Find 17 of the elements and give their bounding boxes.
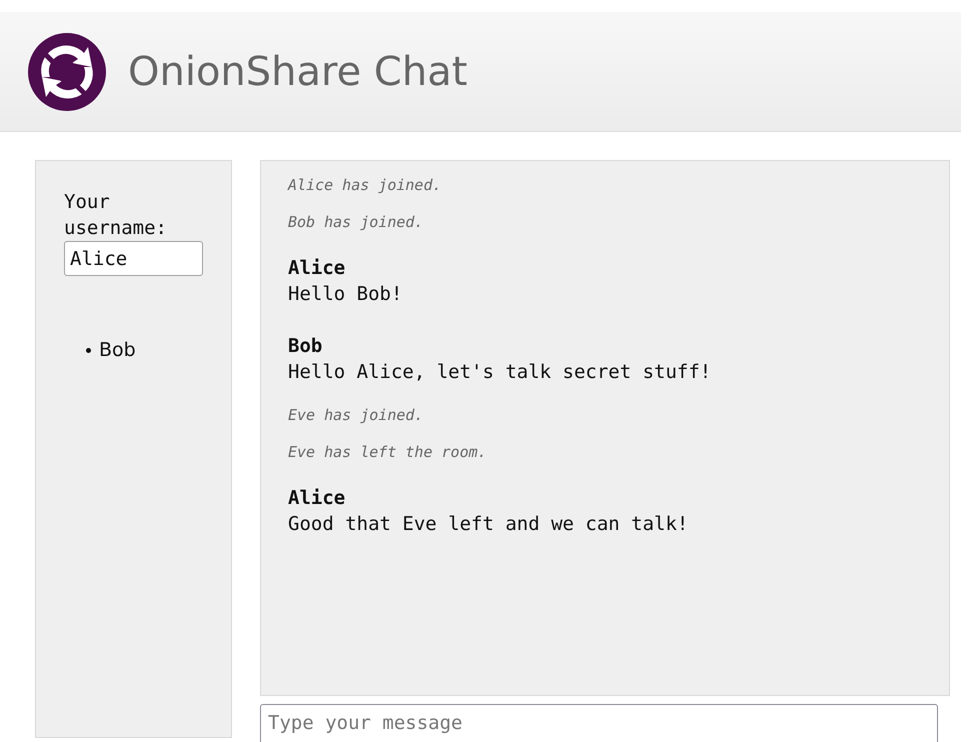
message-text: Hello Alice, let's talk secret stuff! <box>288 360 712 385</box>
message-input-field[interactable]: Type your message <box>260 704 938 742</box>
message-author: Alice <box>288 486 346 511</box>
app-title: OnionShare Chat <box>128 48 468 96</box>
status-message: Eve has joined. <box>288 405 424 425</box>
username-label: Your username: <box>64 190 168 241</box>
status-message: Bob has joined. <box>288 212 424 232</box>
status-message: Eve has left the room. <box>288 442 487 462</box>
message-text: Hello Bob! <box>288 282 402 307</box>
logo-icon <box>28 32 106 110</box>
user-name: Bob <box>99 338 136 363</box>
bullet-icon <box>86 348 91 353</box>
username-field[interactable]: Alice <box>64 241 203 276</box>
message-author: Alice <box>288 256 346 281</box>
message-text: Good that Eve left and we can talk! <box>288 512 688 537</box>
status-message: Alice has joined. <box>288 175 442 195</box>
message-author: Bob <box>288 334 322 359</box>
